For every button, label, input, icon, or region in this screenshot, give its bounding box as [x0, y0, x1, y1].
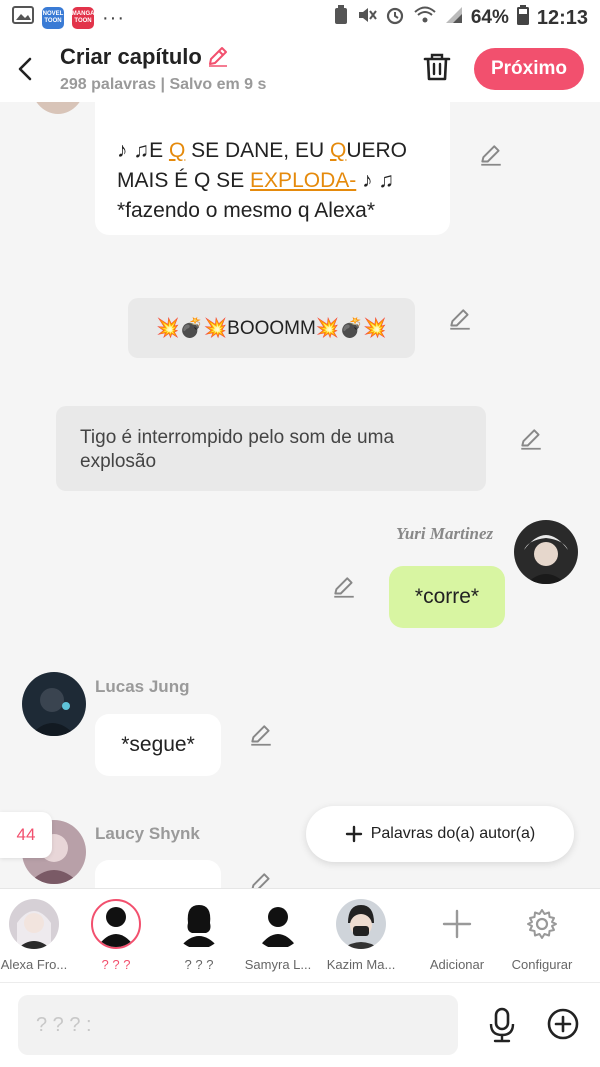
microphone-button[interactable]: [486, 1007, 518, 1048]
gear-icon: [517, 899, 567, 949]
message-line: ♪ ♫E Q SE DANE, EU QUERO: [117, 139, 408, 162]
author-name: Yuri Martinez: [396, 524, 494, 543]
silhouette-icon: [97, 907, 135, 947]
character-unknown-2[interactable]: ? ? ?: [157, 899, 241, 972]
message-line: *fazendo o mesmo q Alexa*: [117, 199, 375, 222]
avatar: [174, 899, 224, 949]
message-bubble[interactable]: ♪ ♫E Q SE DANE, EU QUERO MAIS É Q SE EXP…: [95, 102, 450, 235]
message-input[interactable]: [18, 995, 458, 1055]
add-character-button[interactable]: Adicionar: [415, 899, 499, 972]
gallery-icon: [12, 5, 34, 31]
add-icon: [432, 899, 482, 949]
author-words-label: Palavras do(a) autor(a): [370, 825, 536, 842]
configure-button[interactable]: Configurar: [500, 899, 584, 972]
character-label: Kazim Ma...: [326, 957, 396, 972]
battery-icon: [516, 5, 529, 31]
trash-icon: [423, 53, 451, 81]
author-words-button[interactable]: Palavras do(a) autor(a): [306, 806, 574, 862]
attach-button[interactable]: [546, 1007, 580, 1046]
next-button[interactable]: Próximo: [474, 48, 584, 90]
status-bar: NOVEL TOON MANGA TOON ··· 64% 12:13: [0, 0, 600, 36]
message-line: MAIS É Q SE EXPLODA- ♪ ♫: [117, 169, 395, 192]
edit-message-icon[interactable]: [331, 574, 357, 605]
edit-message-icon[interactable]: [478, 142, 504, 173]
character-label: ? ? ?: [101, 957, 131, 972]
alarm-icon: [385, 5, 405, 31]
character-label: ? ? ?: [184, 957, 214, 972]
microphone-icon: [489, 1007, 515, 1043]
character-name: Lucas Jung: [95, 677, 190, 696]
mute-icon: [357, 5, 377, 31]
avatar: [9, 899, 59, 949]
avatar: [91, 899, 141, 949]
avatar[interactable]: [22, 672, 86, 736]
edit-message-icon[interactable]: [447, 306, 473, 337]
author-message[interactable]: *corre*: [389, 566, 505, 628]
delete-button[interactable]: [420, 50, 454, 89]
back-button[interactable]: [10, 52, 40, 86]
app-header: Criar capítulo 298 palavras | Salvo em 9…: [0, 36, 600, 102]
silhouette-icon: [259, 907, 297, 947]
battery-percent: 64%: [470, 7, 509, 28]
word-count-status: 298 palavras | Salvo em 9 s: [60, 76, 267, 93]
chat-area[interactable]: ♪ ♫E Q SE DANE, EU QUERO MAIS É Q SE EXP…: [0, 102, 600, 888]
character-bar: Alexa Fro... ? ? ? ? ? ? Samyra L... Kaz…: [0, 888, 600, 982]
add-label: Adicionar: [429, 957, 485, 972]
page-title: Criar capítulo: [60, 44, 202, 69]
character-unknown-1[interactable]: ? ? ?: [74, 899, 158, 972]
signal-icon: [445, 6, 463, 30]
avatar: [336, 899, 386, 949]
avatar: [253, 899, 303, 949]
input-bar: [0, 982, 600, 1067]
character-name: Laucy Shynk: [95, 824, 200, 843]
silhouette-icon: [180, 905, 218, 947]
edit-message-icon[interactable]: [248, 870, 274, 888]
more-notifications: ···: [102, 6, 125, 29]
chevron-left-icon: [18, 57, 32, 81]
character-kazim[interactable]: Kazim Ma...: [319, 899, 403, 972]
configure-label: Configurar: [511, 957, 573, 972]
message-bubble[interactable]: [95, 860, 221, 888]
plus-icon: [345, 825, 362, 843]
effect-message[interactable]: 💥💣💥BOOOMM💥💣💥: [128, 298, 415, 358]
avatar[interactable]: [30, 102, 86, 114]
character-label: Samyra L...: [244, 957, 312, 972]
wifi-icon: [413, 5, 437, 31]
narration-message[interactable]: Tigo é interrompido pelo som de uma expl…: [56, 406, 486, 491]
novel-toon-icon: NOVEL TOON: [42, 7, 64, 29]
character-alexa[interactable]: Alexa Fro...: [0, 899, 76, 972]
edit-message-icon[interactable]: [248, 722, 274, 753]
character-samyra[interactable]: Samyra L...: [236, 899, 320, 972]
edit-message-icon[interactable]: [518, 426, 544, 457]
plus-circle-icon: [547, 1008, 579, 1040]
message-bubble[interactable]: *segue*: [95, 714, 221, 776]
edit-title-icon[interactable]: [206, 44, 230, 73]
word-count-badge[interactable]: 44: [0, 812, 52, 858]
character-label: Alexa Fro...: [0, 957, 68, 972]
recycle-icon: [333, 5, 349, 31]
clock: 12:13: [536, 6, 588, 29]
avatar[interactable]: [514, 520, 578, 584]
manga-toon-icon: MANGA TOON: [72, 7, 94, 29]
